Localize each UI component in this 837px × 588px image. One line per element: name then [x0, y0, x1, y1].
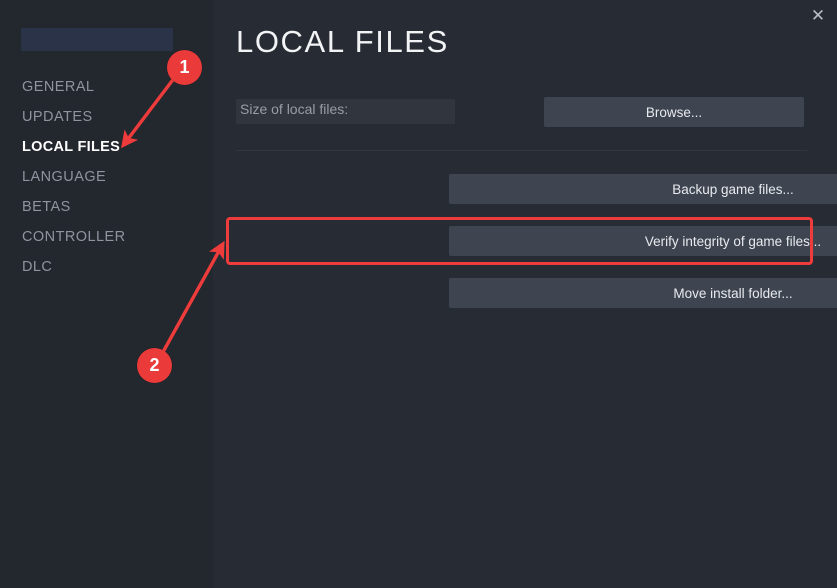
game-title-placeholder	[21, 28, 173, 51]
sidebar-item-dlc[interactable]: DLC	[0, 252, 213, 282]
sidebar-item-controller[interactable]: CONTROLLER	[0, 222, 213, 252]
size-of-local-files-row: Size of local files: Browse...	[236, 97, 807, 127]
sidebar-item-local-files[interactable]: LOCAL FILES	[0, 132, 213, 162]
close-icon[interactable]: ✕	[801, 0, 835, 30]
sidebar-item-general[interactable]: GENERAL	[0, 72, 213, 102]
sidebar-item-language[interactable]: LANGUAGE	[0, 162, 213, 192]
content-panel: ✕ LOCAL FILES Size of local files: Brows…	[213, 0, 837, 588]
size-of-local-files-label: Size of local files:	[240, 101, 348, 117]
section-divider	[236, 150, 807, 151]
sidebar-item-betas[interactable]: BETAS	[0, 192, 213, 222]
browse-button[interactable]: Browse...	[544, 97, 804, 127]
page-title: LOCAL FILES	[236, 24, 449, 60]
move-install-folder-button[interactable]: Move install folder...	[449, 278, 837, 308]
sidebar: GENERAL UPDATES LOCAL FILES LANGUAGE BET…	[0, 0, 213, 588]
backup-game-files-button[interactable]: Backup game files...	[449, 174, 837, 204]
sidebar-nav: GENERAL UPDATES LOCAL FILES LANGUAGE BET…	[0, 72, 213, 282]
verify-integrity-of-game-files-button[interactable]: Verify integrity of game files...	[449, 226, 837, 256]
steam-game-properties-dialog: GENERAL UPDATES LOCAL FILES LANGUAGE BET…	[0, 0, 837, 588]
sidebar-item-updates[interactable]: UPDATES	[0, 102, 213, 132]
